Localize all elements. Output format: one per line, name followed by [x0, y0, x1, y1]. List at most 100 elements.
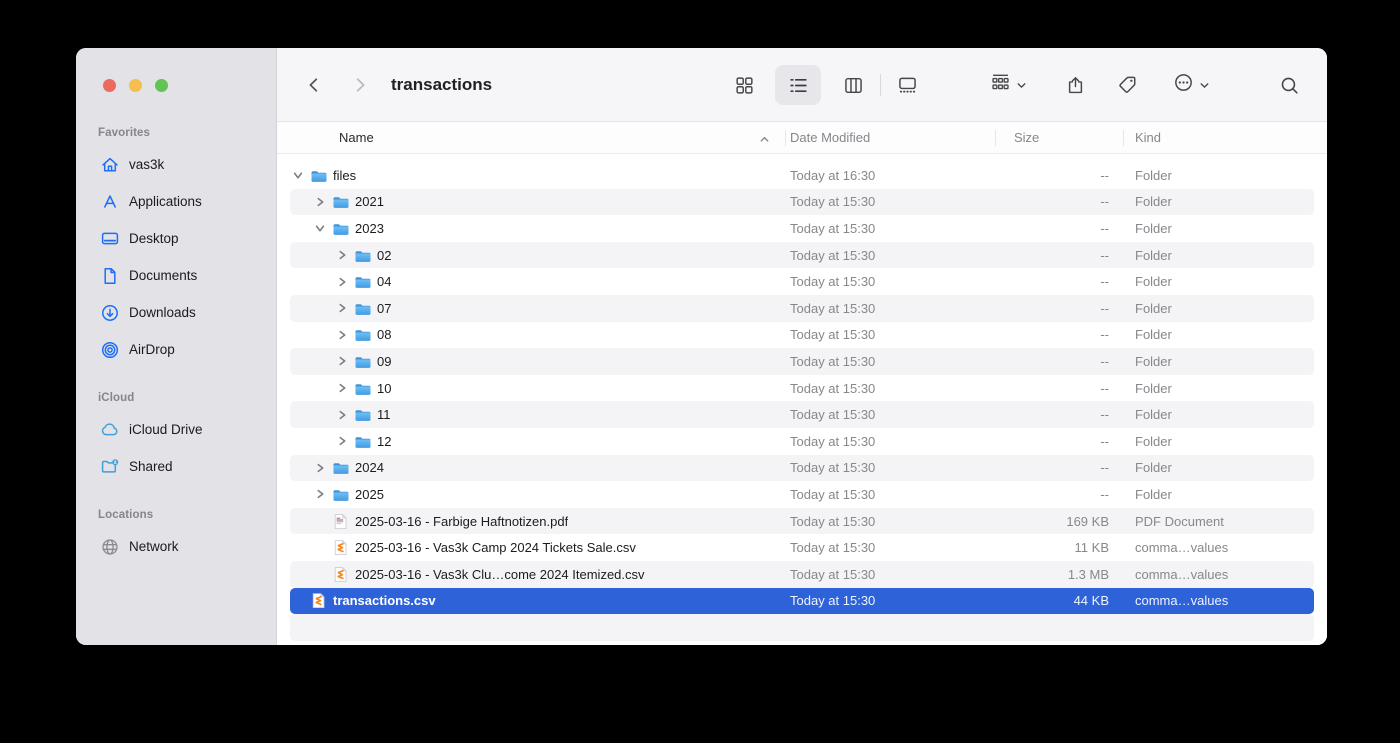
- file-name: files: [333, 168, 356, 183]
- sort-ascending-icon: [759, 133, 770, 148]
- file-row[interactable]: 08Today at 15:30--Folder: [290, 322, 1314, 349]
- file-row[interactable]: 12Today at 15:30--Folder: [290, 428, 1314, 455]
- column-header-name[interactable]: Name: [339, 122, 374, 154]
- file-row[interactable]: 07Today at 15:30--Folder: [290, 295, 1314, 322]
- window-title: transactions: [391, 48, 492, 122]
- size-cell: --: [995, 354, 1123, 369]
- size-cell: --: [995, 327, 1123, 342]
- file-row[interactable]: filesToday at 16:30--Folder: [290, 162, 1314, 189]
- file-row[interactable]: 10Today at 15:30--Folder: [290, 375, 1314, 402]
- column-separator[interactable]: [785, 130, 786, 146]
- icon-view-button[interactable]: [721, 65, 767, 105]
- disclosure-right-icon[interactable]: [312, 488, 328, 500]
- list-header: Name Date Modified Size Kind: [277, 122, 1327, 154]
- disclosure-down-icon[interactable]: [312, 222, 328, 234]
- share-button[interactable]: [1052, 65, 1098, 105]
- disclosure-right-icon[interactable]: [334, 355, 350, 367]
- file-row[interactable]: 2025-03-16 - Vas3k Camp 2024 Tickets Sal…: [290, 534, 1314, 561]
- date-modified-cell: Today at 15:30: [785, 194, 995, 209]
- sidebar-item-label: Applications: [129, 194, 202, 209]
- chevron-down-icon: [1016, 80, 1027, 91]
- column-separator[interactable]: [995, 130, 996, 146]
- date-modified-cell: Today at 15:30: [785, 540, 995, 555]
- sidebar-item-vas3k[interactable]: vas3k: [76, 146, 276, 183]
- folder-icon: [354, 433, 371, 450]
- list-view-button[interactable]: [775, 65, 821, 105]
- disclosure-right-icon[interactable]: [334, 329, 350, 341]
- forward-button[interactable]: [346, 48, 374, 122]
- size-cell: 169 KB: [995, 514, 1123, 529]
- size-cell: --: [995, 168, 1123, 183]
- sidebar-item-downloads[interactable]: Downloads: [76, 294, 276, 331]
- file-row[interactable]: 2021Today at 15:30--Folder: [290, 189, 1314, 216]
- file-row[interactable]: 2025Today at 15:30--Folder: [290, 481, 1314, 508]
- folder-icon: [310, 167, 327, 184]
- sidebar-item-shared[interactable]: Shared: [76, 448, 276, 485]
- sidebar-item-network[interactable]: Network: [76, 528, 276, 565]
- back-button[interactable]: [300, 48, 328, 122]
- group-by-button[interactable]: [977, 65, 1039, 105]
- kind-cell: Folder: [1123, 487, 1314, 502]
- gallery-view-button[interactable]: [884, 65, 930, 105]
- sidebar-item-airdrop[interactable]: AirDrop: [76, 331, 276, 368]
- toolbar-divider: [880, 74, 881, 96]
- kind-cell: Folder: [1123, 407, 1314, 422]
- name-cell: 2025: [290, 486, 785, 503]
- column-view-button[interactable]: [830, 65, 876, 105]
- column-separator[interactable]: [1123, 130, 1124, 146]
- more-options-button[interactable]: [1160, 65, 1222, 105]
- finder-window: Favoritesvas3kApplicationsDesktopDocumen…: [76, 48, 1327, 645]
- search-button[interactable]: [1266, 65, 1312, 105]
- disclosure-right-icon[interactable]: [334, 382, 350, 394]
- file-row[interactable]: transactions.csvToday at 15:3044 KBcomma…: [290, 588, 1314, 615]
- sidebar-item-icloud-drive[interactable]: iCloud Drive: [76, 411, 276, 448]
- folder-icon: [354, 273, 371, 290]
- disclosure-right-icon[interactable]: [334, 435, 350, 447]
- disclosure-right-icon[interactable]: [334, 409, 350, 421]
- more-ellipsis-icon: [1173, 72, 1194, 98]
- file-row[interactable]: 09Today at 15:30--Folder: [290, 348, 1314, 375]
- file-row[interactable]: 11Today at 15:30--Folder: [290, 401, 1314, 428]
- disclosure-right-icon[interactable]: [334, 302, 350, 314]
- sidebar-item-desktop[interactable]: Desktop: [76, 220, 276, 257]
- document-icon: [100, 266, 120, 286]
- disclosure-right-icon[interactable]: [312, 196, 328, 208]
- disclosure-right-icon[interactable]: [334, 249, 350, 261]
- size-cell: 1.3 MB: [995, 567, 1123, 582]
- airdrop-icon: [100, 340, 120, 360]
- name-cell: 09: [290, 353, 785, 370]
- name-cell: 02: [290, 247, 785, 264]
- size-cell: --: [995, 194, 1123, 209]
- name-cell: 12: [290, 433, 785, 450]
- column-header-size[interactable]: Size: [1014, 122, 1039, 154]
- file-name: 11: [377, 407, 391, 422]
- file-row[interactable]: 2023Today at 15:30--Folder: [290, 215, 1314, 242]
- sidebar-item-documents[interactable]: Documents: [76, 257, 276, 294]
- column-header-date-modified[interactable]: Date Modified: [790, 122, 870, 154]
- file-name: 2023: [355, 221, 384, 236]
- file-row[interactable]: 2025-03-16 - Vas3k Clu…come 2024 Itemize…: [290, 561, 1314, 588]
- file-row[interactable]: 2025-03-16 - Farbige Haftnotizen.pdfToda…: [290, 508, 1314, 535]
- download-icon: [100, 303, 120, 323]
- minimize-button[interactable]: [129, 79, 142, 92]
- disclosure-right-icon[interactable]: [334, 276, 350, 288]
- file-name: 12: [377, 434, 391, 449]
- sidebar-section: LocationsNetwork: [76, 502, 276, 565]
- column-header-kind[interactable]: Kind: [1135, 122, 1161, 154]
- file-row[interactable]: 02Today at 15:30--Folder: [290, 242, 1314, 269]
- zoom-button[interactable]: [155, 79, 168, 92]
- file-name: 2025: [355, 487, 384, 502]
- sidebar-item-applications[interactable]: Applications: [76, 183, 276, 220]
- kind-cell: Folder: [1123, 194, 1314, 209]
- folder-icon: [332, 459, 349, 476]
- disclosure-down-icon[interactable]: [290, 169, 306, 181]
- tag-button[interactable]: [1104, 65, 1150, 105]
- sidebar-sections: Favoritesvas3kApplicationsDesktopDocumen…: [76, 120, 276, 565]
- kind-cell: Folder: [1123, 168, 1314, 183]
- file-row[interactable]: 2024Today at 15:30--Folder: [290, 455, 1314, 482]
- size-cell: --: [995, 487, 1123, 502]
- file-row[interactable]: 04Today at 15:30--Folder: [290, 268, 1314, 295]
- close-button[interactable]: [103, 79, 116, 92]
- disclosure-right-icon[interactable]: [312, 462, 328, 474]
- date-modified-cell: Today at 15:30: [785, 460, 995, 475]
